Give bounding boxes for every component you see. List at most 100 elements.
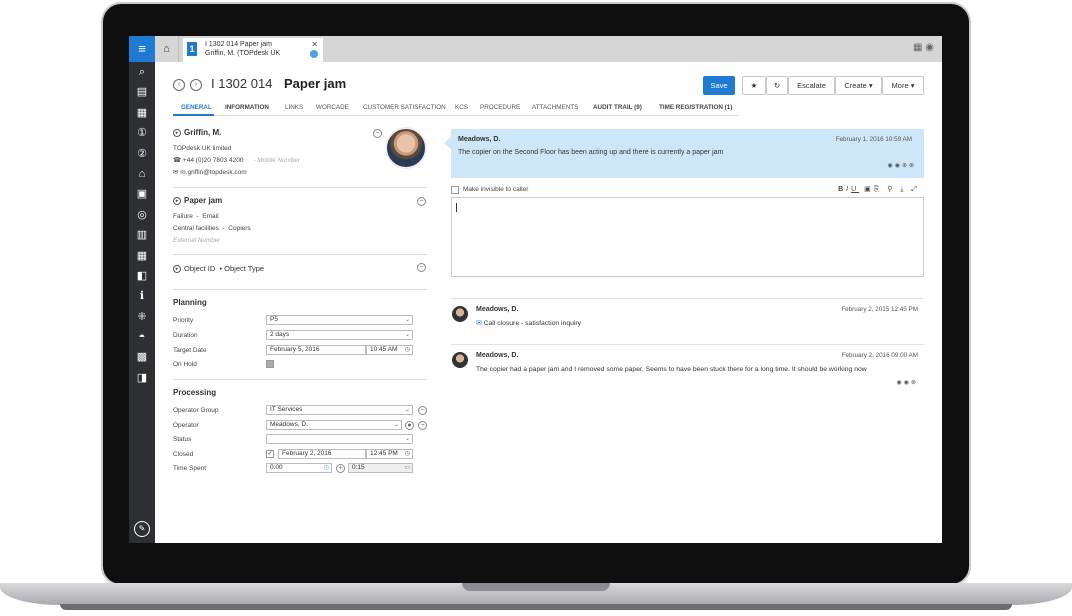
collapse-object-icon[interactable]: − bbox=[417, 263, 426, 272]
home-icon[interactable]: ⌂ bbox=[155, 36, 179, 62]
tab-links[interactable]: LINKS bbox=[285, 104, 303, 111]
tab-information[interactable]: INFORMATION bbox=[225, 104, 269, 111]
expand-caller-icon[interactable]: ▸ bbox=[173, 129, 181, 138]
bubble-actions-icon[interactable]: ◉◉⊕⊗ bbox=[887, 162, 916, 169]
target-icon[interactable]: ◎ bbox=[129, 205, 155, 225]
top-tab-bar: ⌂ 1 I 1302 014 Paper jam Griffin, M. (TO… bbox=[155, 36, 942, 62]
film-icon[interactable]: ▩ bbox=[129, 347, 155, 367]
mobile-number-placeholder[interactable]: - Mobile Number bbox=[253, 157, 300, 164]
timer-icon: ◷ bbox=[323, 465, 329, 471]
caller-name[interactable]: Griffin, M. bbox=[184, 128, 221, 137]
remove-group-icon[interactable]: − bbox=[418, 406, 427, 415]
on-hold-label: On Hold bbox=[173, 361, 197, 368]
forward-icon[interactable]: › bbox=[190, 79, 202, 91]
tab-audit-trail[interactable]: AUDIT TRAIL (9) bbox=[593, 104, 642, 111]
refresh-icon[interactable]: ↻ bbox=[766, 76, 788, 95]
inbox-icon[interactable]: ⌂ bbox=[129, 164, 155, 184]
closed-time-input[interactable]: 12:45 PM ◷ bbox=[366, 449, 413, 459]
target-time-input[interactable]: 10:45 AM ◷ bbox=[366, 345, 413, 355]
collapse-request-icon[interactable]: − bbox=[417, 197, 426, 206]
priority-select[interactable]: P5 ⌄ bbox=[266, 315, 413, 325]
author-avatar bbox=[452, 306, 468, 322]
person-card-icon[interactable]: ▣ bbox=[129, 184, 155, 204]
more-dropdown-button[interactable]: More ▾ bbox=[882, 76, 924, 95]
hamburger-menu-icon[interactable]: ≡ bbox=[129, 36, 155, 62]
search-icon[interactable]: ⌕ bbox=[129, 62, 155, 82]
tab-kcs[interactable]: KCS bbox=[455, 104, 468, 111]
tab-procedure[interactable]: PROCEDURE bbox=[480, 104, 520, 111]
tab-general[interactable]: GENERAL bbox=[181, 104, 212, 111]
tab-time-registration[interactable]: TIME REGISTRATION (1) bbox=[659, 104, 732, 111]
exit-icon[interactable]: ◨ bbox=[129, 368, 155, 388]
request-title-row: ▸ Paper jam bbox=[173, 196, 427, 206]
announcement-icon[interactable]: ◧ bbox=[129, 266, 155, 286]
divider bbox=[173, 379, 427, 380]
left-rail: ≡ ⌕ ▤ ▦ ① ② ⌂ ▣ ◎ ▥ ▦ ◧ ℹ ⁜ ◓ ▩ ◨ ✎ bbox=[129, 36, 155, 543]
entry-divider bbox=[451, 298, 924, 299]
gauge-icon[interactable]: ▥ bbox=[129, 225, 155, 245]
category-row-1: Failure - Email bbox=[173, 213, 219, 220]
subcategory: Email bbox=[202, 213, 219, 220]
tab-attachments[interactable]: ATTACHMENTS bbox=[532, 104, 578, 111]
expand-request-icon[interactable]: ▸ bbox=[173, 197, 181, 206]
close-tab-icon[interactable]: ✕ bbox=[311, 40, 318, 49]
chevron-down-icon: ⌄ bbox=[404, 436, 410, 442]
entry-text-value: Call closure - satisfaction inquiry bbox=[483, 320, 582, 327]
expand-object-icon[interactable]: ▸ bbox=[173, 265, 181, 274]
time-increment-input[interactable]: 0:15 ▭ bbox=[348, 463, 413, 473]
on-hold-checkbox[interactable] bbox=[266, 360, 274, 368]
closed-label: Closed bbox=[173, 451, 194, 458]
duration-select[interactable]: 2 days ⌄ bbox=[266, 330, 413, 340]
info-icon[interactable]: ℹ bbox=[129, 286, 155, 306]
edit-settings-icon[interactable]: ✎ bbox=[134, 521, 150, 537]
escalate-button[interactable]: Escalate bbox=[788, 76, 835, 95]
card-tabs: GENERAL INFORMATION LINKS WORCADE CUSTOM… bbox=[173, 102, 739, 116]
operator-person-icon[interactable]: ● bbox=[405, 421, 414, 430]
editor-toolbar-icon[interactable]: BIU ▣⎘ ⚲ ⤓ ⤢ bbox=[838, 185, 920, 194]
first-line-icon[interactable]: ① bbox=[129, 123, 155, 143]
pin-icon[interactable] bbox=[310, 50, 318, 58]
subcategory: Copiers bbox=[228, 225, 251, 232]
entry-actions-icon[interactable]: ◉◉⊗ bbox=[897, 379, 919, 386]
tab-subtitle: Griffin, M. (TOPdesk UK bbox=[205, 50, 281, 57]
clipboard-icon[interactable]: ▤ bbox=[129, 82, 155, 102]
calendar-icon[interactable]: ▦ bbox=[129, 246, 155, 266]
favorite-star-icon[interactable]: ★ bbox=[742, 76, 766, 95]
tab-customer-satisfaction[interactable]: CUSTOMER SATISFACTION bbox=[363, 104, 446, 111]
operator-group-value: IT Services bbox=[270, 406, 303, 413]
object-id-label[interactable]: Object ID bbox=[184, 264, 215, 273]
action-textarea[interactable] bbox=[451, 197, 924, 277]
priority-label: Priority bbox=[173, 317, 194, 324]
closed-date-input[interactable]: February 2, 2016 bbox=[278, 449, 366, 459]
caller-avatar bbox=[385, 127, 427, 169]
car-icon[interactable]: ◓ bbox=[129, 327, 155, 347]
operator-select[interactable]: Meadows, D. ⌄ bbox=[266, 420, 402, 430]
user-account-icon[interactable]: ▦ ◉ bbox=[913, 42, 934, 53]
status-select[interactable]: ⌄ bbox=[266, 434, 413, 444]
planning-heading: Planning bbox=[173, 298, 207, 307]
operator-group-select[interactable]: IT Services ⌄ bbox=[266, 405, 413, 415]
back-icon[interactable]: ‹ bbox=[173, 79, 185, 91]
modules-icon[interactable]: ⁜ bbox=[129, 307, 155, 327]
external-number-placeholder[interactable]: External Number bbox=[173, 237, 427, 244]
time-spent-input[interactable]: 0:00 ◷ bbox=[266, 463, 332, 473]
active-tab-underline bbox=[173, 114, 214, 116]
caller-email[interactable]: m.griffin@topdesk.com bbox=[180, 169, 246, 176]
chevron-down-icon: ⌄ bbox=[404, 332, 410, 338]
priority-value: P5 bbox=[270, 316, 278, 323]
tab-worcade[interactable]: WORCADE bbox=[316, 104, 349, 111]
invisible-to-caller-checkbox[interactable] bbox=[451, 186, 459, 194]
contact-card-icon[interactable]: ▦ bbox=[129, 103, 155, 123]
create-dropdown-button[interactable]: Create ▾ bbox=[835, 76, 882, 95]
target-date-input[interactable]: February 5, 2016 bbox=[266, 345, 366, 355]
clock-icon: ◷ bbox=[404, 347, 410, 353]
remove-operator-icon[interactable]: − bbox=[418, 421, 427, 430]
object-type-label[interactable]: Object Type bbox=[224, 264, 264, 273]
open-card-tab[interactable]: 1 I 1302 014 Paper jam Griffin, M. (TOPd… bbox=[183, 38, 323, 62]
second-line-icon[interactable]: ② bbox=[129, 144, 155, 164]
remove-caller-icon[interactable]: − bbox=[373, 129, 382, 138]
bubble-date: February 1, 2016 10:59 AM bbox=[835, 136, 912, 143]
add-time-icon[interactable]: + bbox=[336, 464, 345, 473]
save-button[interactable]: Save bbox=[703, 76, 735, 95]
closed-checkbox[interactable]: ✓ bbox=[266, 450, 274, 458]
